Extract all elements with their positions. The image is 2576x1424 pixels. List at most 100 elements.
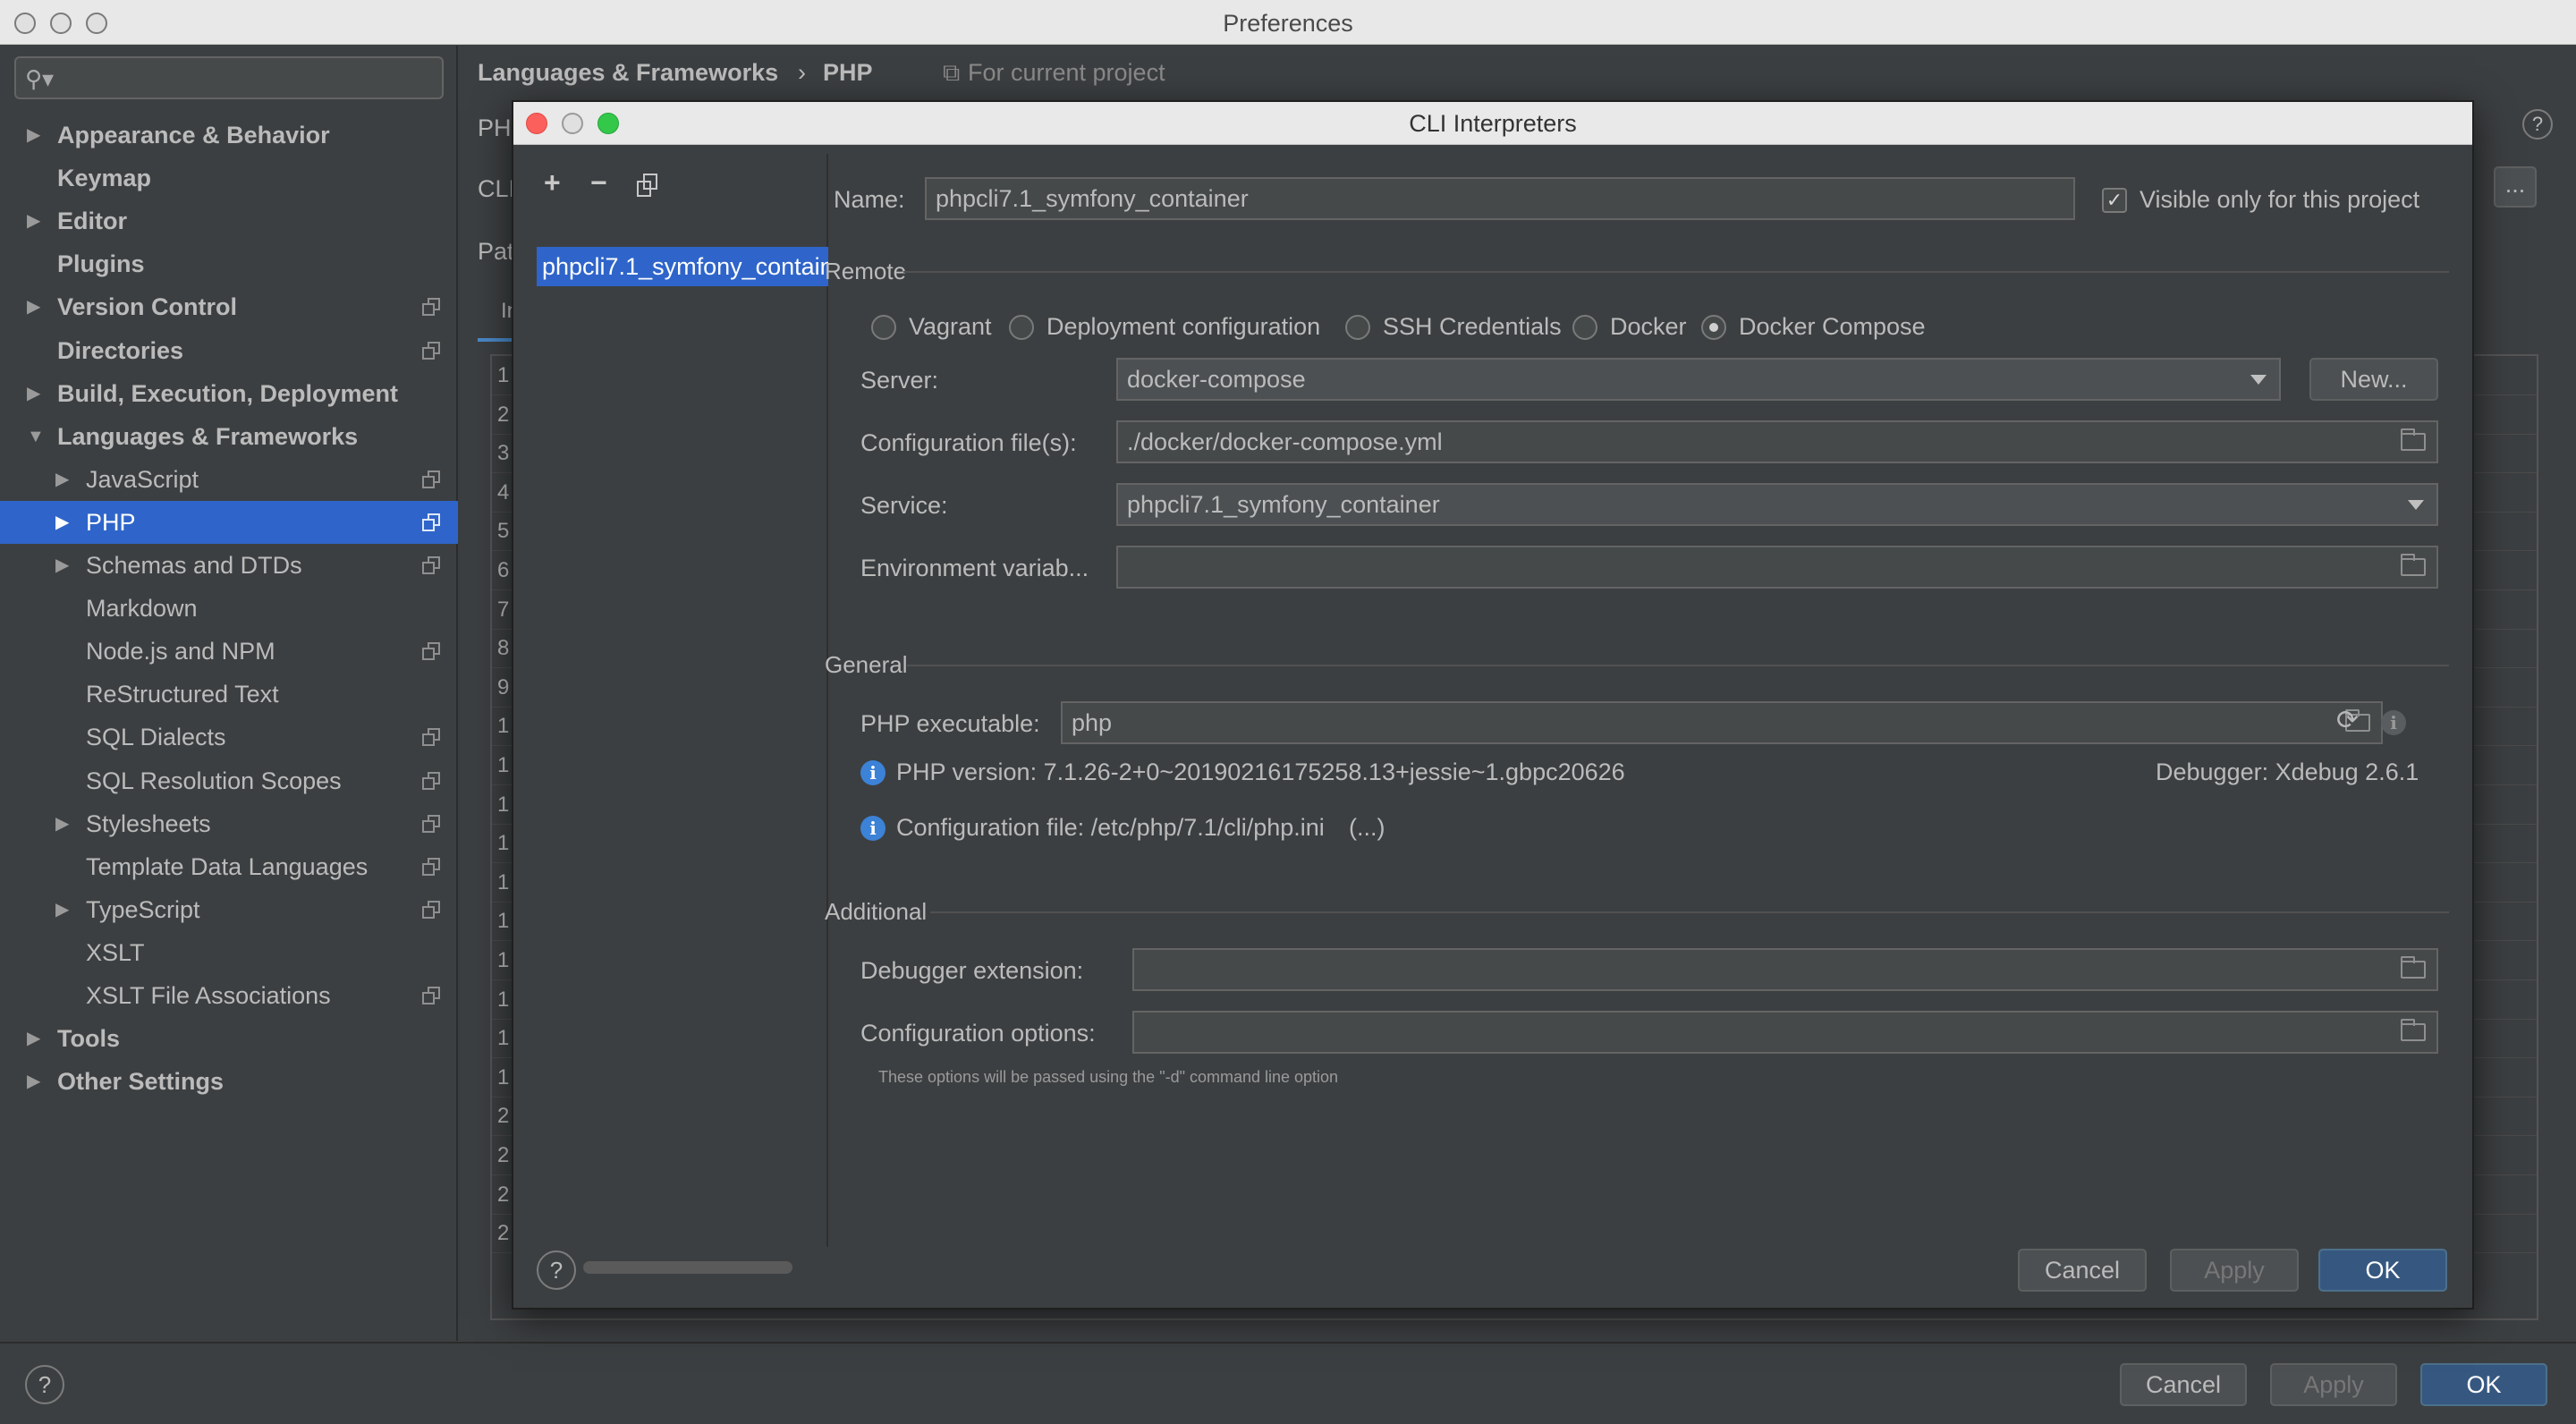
radio-vagrant[interactable] bbox=[871, 315, 896, 340]
expand-right-icon[interactable]: ▶ bbox=[55, 544, 69, 587]
preferences-footer: ? Cancel Apply OK bbox=[0, 1342, 2576, 1424]
more-interpreters-button[interactable]: ... bbox=[2494, 166, 2537, 208]
apply-button[interactable]: Apply bbox=[2270, 1363, 2397, 1406]
project-level-icon bbox=[422, 642, 440, 661]
sidebar-item-label: Version Control bbox=[57, 293, 238, 321]
sidebar-item-xslt-file-associations[interactable]: XSLT File Associations bbox=[0, 974, 458, 1017]
browse-folder-icon[interactable] bbox=[2401, 1019, 2426, 1041]
sidebar-item-label: TypeScript bbox=[86, 895, 200, 923]
expand-down-icon[interactable]: ▼ bbox=[27, 415, 45, 458]
sidebar-item-label: Appearance & Behavior bbox=[57, 122, 330, 148]
info-disabled-icon[interactable]: i bbox=[2381, 710, 2406, 735]
radio-docker[interactable] bbox=[1572, 315, 1597, 340]
config-files-input[interactable]: ./docker/docker-compose.yml bbox=[1116, 420, 2438, 463]
sidebar-item-markdown[interactable]: Markdown bbox=[0, 587, 458, 630]
settings-search-input[interactable]: ⚲▾ bbox=[14, 56, 444, 99]
sidebar-item-label: XSLT bbox=[86, 938, 145, 966]
sidebar-item-editor[interactable]: ▶ Editor bbox=[0, 199, 458, 242]
server-select[interactable]: docker-compose bbox=[1116, 358, 2281, 401]
expand-right-icon[interactable]: ▶ bbox=[27, 199, 40, 242]
project-level-icon bbox=[422, 987, 440, 1004]
sidebar-item-sql-dialects[interactable]: SQL Dialects bbox=[0, 716, 458, 759]
breadcrumb-languages: Languages & Frameworks bbox=[478, 59, 779, 86]
dialog-cancel-button[interactable]: Cancel bbox=[2018, 1249, 2147, 1292]
sidebar-item-template-data-languages[interactable]: Template Data Languages bbox=[0, 845, 458, 888]
visible-only-label: Visible only for this project bbox=[2140, 186, 2420, 213]
browse-folder-icon[interactable] bbox=[2401, 428, 2426, 451]
copy-interpreter-icon[interactable] bbox=[637, 174, 658, 199]
sidebar-item-javascript[interactable]: ▶ JavaScript bbox=[0, 458, 458, 501]
sidebar-item-xslt[interactable]: XSLT bbox=[0, 931, 458, 974]
add-interpreter-icon[interactable]: + bbox=[544, 166, 561, 199]
expand-right-icon[interactable]: ▶ bbox=[27, 285, 40, 328]
radio-docker-compose[interactable] bbox=[1701, 315, 1726, 340]
sidebar-item-plugins[interactable]: Plugins bbox=[0, 242, 458, 285]
server-label: Server: bbox=[860, 367, 939, 394]
project-level-icon bbox=[422, 298, 440, 317]
config-options-label: Configuration options: bbox=[860, 1020, 1096, 1047]
info-icon: i bbox=[860, 760, 886, 785]
reload-icon[interactable]: ⟳ bbox=[2336, 705, 2359, 736]
sidebar-item-sql-resolution-scopes[interactable]: SQL Resolution Scopes bbox=[0, 759, 458, 802]
sidebar-item-restructured-text[interactable]: ReStructured Text bbox=[0, 673, 458, 716]
sidebar-item-stylesheets[interactable]: ▶ Stylesheets bbox=[0, 802, 458, 845]
name-input[interactable]: phpcli7.1_symfony_container bbox=[925, 177, 2075, 220]
php-level-label: PH bbox=[478, 114, 512, 141]
sidebar-item-node-js-and-npm[interactable]: Node.js and NPM bbox=[0, 630, 458, 673]
radio-ssh-label: SSH Credentials bbox=[1383, 313, 1562, 340]
remove-interpreter-icon[interactable]: − bbox=[590, 166, 607, 199]
debugger-extension-input[interactable] bbox=[1132, 948, 2438, 991]
help-icon[interactable]: ? bbox=[2522, 109, 2553, 140]
config-file-text: Configuration file: /etc/php/7.1/cli/php… bbox=[896, 814, 1325, 841]
sidebar-item-typescript[interactable]: ▶ TypeScript bbox=[0, 888, 458, 931]
sidebar-item-other-settings[interactable]: ▶ Other Settings bbox=[0, 1060, 458, 1103]
visible-only-checkbox[interactable]: ✓ bbox=[2102, 188, 2127, 213]
sidebar-item-label: XSLT File Associations bbox=[86, 982, 331, 1009]
cli-interpreter-label: CLI bbox=[478, 175, 516, 202]
browse-folder-icon[interactable] bbox=[2401, 554, 2426, 576]
cli-interpreters-dialog: CLI Interpreters + − phpcli7.1_symfony_c… bbox=[512, 100, 2474, 1310]
radio-ssh-credentials[interactable] bbox=[1345, 315, 1370, 340]
sidebar-item-php[interactable]: ▶ PHP bbox=[0, 500, 458, 544]
interpreter-list-item[interactable]: phpcli7.1_symfony_container bbox=[537, 247, 828, 286]
radio-deployment-configuration[interactable] bbox=[1009, 315, 1034, 340]
sidebar-item-build-execution-deployment[interactable]: ▶ Build, Execution, Deployment bbox=[0, 372, 458, 415]
sidebar-item-tools[interactable]: ▶ Tools bbox=[0, 1017, 458, 1060]
horizontal-scrollbar[interactable] bbox=[583, 1261, 792, 1274]
php-executable-label: PHP executable: bbox=[860, 710, 1040, 737]
ok-button[interactable]: OK bbox=[2420, 1363, 2547, 1406]
browse-folder-icon[interactable] bbox=[2401, 956, 2426, 979]
interpreter-list-panel: + − phpcli7.1_symfony_container bbox=[533, 154, 828, 1274]
service-select[interactable]: phpcli7.1_symfony_container bbox=[1116, 483, 2438, 526]
expand-right-icon[interactable]: ▶ bbox=[27, 114, 40, 157]
expand-right-icon[interactable]: ▶ bbox=[27, 1060, 40, 1103]
expand-right-icon[interactable]: ▶ bbox=[27, 372, 40, 415]
dialog-apply-button[interactable]: Apply bbox=[2170, 1249, 2299, 1292]
config-options-input[interactable] bbox=[1132, 1011, 2438, 1054]
help-button[interactable]: ? bbox=[25, 1365, 64, 1404]
sidebar-item-label: Keymap bbox=[57, 165, 152, 192]
config-file-link[interactable]: (...) bbox=[1349, 814, 1385, 842]
include-path-label: Pat bbox=[478, 238, 514, 265]
project-level-icon bbox=[422, 857, 440, 876]
expand-right-icon[interactable]: ▶ bbox=[55, 888, 69, 931]
php-executable-input[interactable]: php bbox=[1061, 701, 2383, 744]
debugger-version-text: Debugger: Xdebug 2.6.1 bbox=[2156, 759, 2419, 785]
project-level-icon bbox=[422, 814, 440, 833]
expand-right-icon[interactable]: ▶ bbox=[55, 802, 69, 845]
sidebar-item-appearance-behavior[interactable]: ▶ Appearance & Behavior bbox=[0, 114, 458, 157]
expand-right-icon[interactable]: ▶ bbox=[55, 501, 69, 544]
expand-right-icon[interactable]: ▶ bbox=[55, 458, 69, 501]
cancel-button[interactable]: Cancel bbox=[2120, 1363, 2247, 1406]
new-server-button[interactable]: New... bbox=[2309, 358, 2438, 401]
sidebar-item-schemas-and-dtds[interactable]: ▶ Schemas and DTDs bbox=[0, 544, 458, 587]
dialog-ok-button[interactable]: OK bbox=[2318, 1249, 2447, 1292]
env-vars-input[interactable] bbox=[1116, 546, 2438, 589]
sidebar-item-version-control[interactable]: ▶ Version Control bbox=[0, 285, 458, 328]
expand-right-icon[interactable]: ▶ bbox=[27, 1017, 40, 1060]
dialog-help-button[interactable]: ? bbox=[537, 1250, 576, 1290]
sidebar-item-directories[interactable]: Directories bbox=[0, 329, 458, 372]
sidebar-item-languages-frameworks[interactable]: ▼ Languages & Frameworks bbox=[0, 415, 458, 458]
sidebar-item-keymap[interactable]: Keymap bbox=[0, 157, 458, 199]
sidebar-item-label: Tools bbox=[57, 1025, 120, 1053]
